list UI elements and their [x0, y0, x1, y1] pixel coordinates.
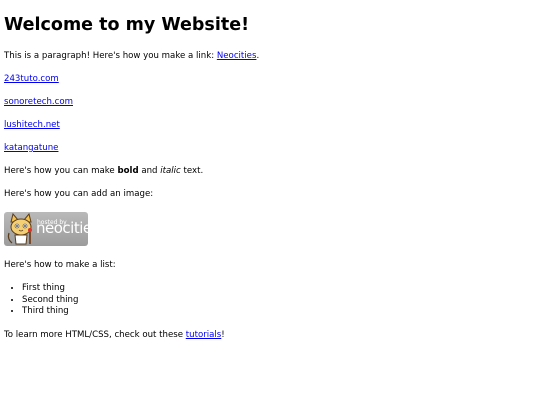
link-paragraph: sonoretech.com — [4, 97, 536, 108]
bold-text: bold — [117, 166, 139, 176]
image-paragraph: hosted by neocities — [4, 212, 536, 246]
link-katangatune[interactable]: katangatune — [4, 143, 58, 153]
formatting-text: Here's how you can make — [4, 166, 118, 176]
list-item: Third thing — [22, 306, 536, 318]
neocities-link[interactable]: Neocities — [217, 51, 257, 61]
italic-text: italic — [160, 166, 181, 176]
page-content: Welcome to my Website! This is a paragra… — [4, 14, 536, 353]
list-intro: Here's how to make a list: — [4, 260, 116, 270]
page-title: Welcome to my Website! — [4, 15, 250, 35]
link-paragraph: 243tuto.com — [4, 74, 536, 85]
outro-exclamation: ! — [221, 329, 225, 340]
link-paragraph: lushitech.net — [4, 120, 536, 131]
outro-paragraph: To learn more HTML/CSS, check out these … — [4, 330, 536, 341]
list-item: First thing — [22, 283, 536, 295]
image-intro: Here's how you can add an image: — [4, 189, 154, 199]
list-item: Second thing — [22, 295, 536, 307]
intro-paragraph: This is a paragraph! Here's how you make… — [4, 51, 536, 62]
outro-text: To learn more HTML/CSS, check out these — [4, 329, 186, 340]
hosted-by-neocities-badge[interactable]: hosted by neocities — [4, 212, 99, 246]
badge-brand-text: neocities — [36, 219, 99, 237]
intro-period: . — [256, 51, 260, 61]
tutorials-link[interactable]: tutorials — [186, 330, 222, 340]
link-243tuto[interactable]: 243tuto.com — [4, 74, 59, 84]
formatting-paragraph: Here's how you can make bold and italic … — [4, 166, 536, 177]
formatting-text: and — [138, 166, 161, 176]
intro-text: This is a paragraph! Here's how you make… — [4, 51, 217, 61]
example-list: First thing Second thing Third thing — [4, 283, 536, 318]
neocities-cat-icon — [7, 213, 32, 245]
link-lushitech[interactable]: lushitech.net — [4, 120, 60, 130]
link-paragraph: katangatune — [4, 143, 536, 154]
formatting-text: text. — [180, 166, 204, 176]
link-sonoretech[interactable]: sonoretech.com — [4, 97, 73, 107]
